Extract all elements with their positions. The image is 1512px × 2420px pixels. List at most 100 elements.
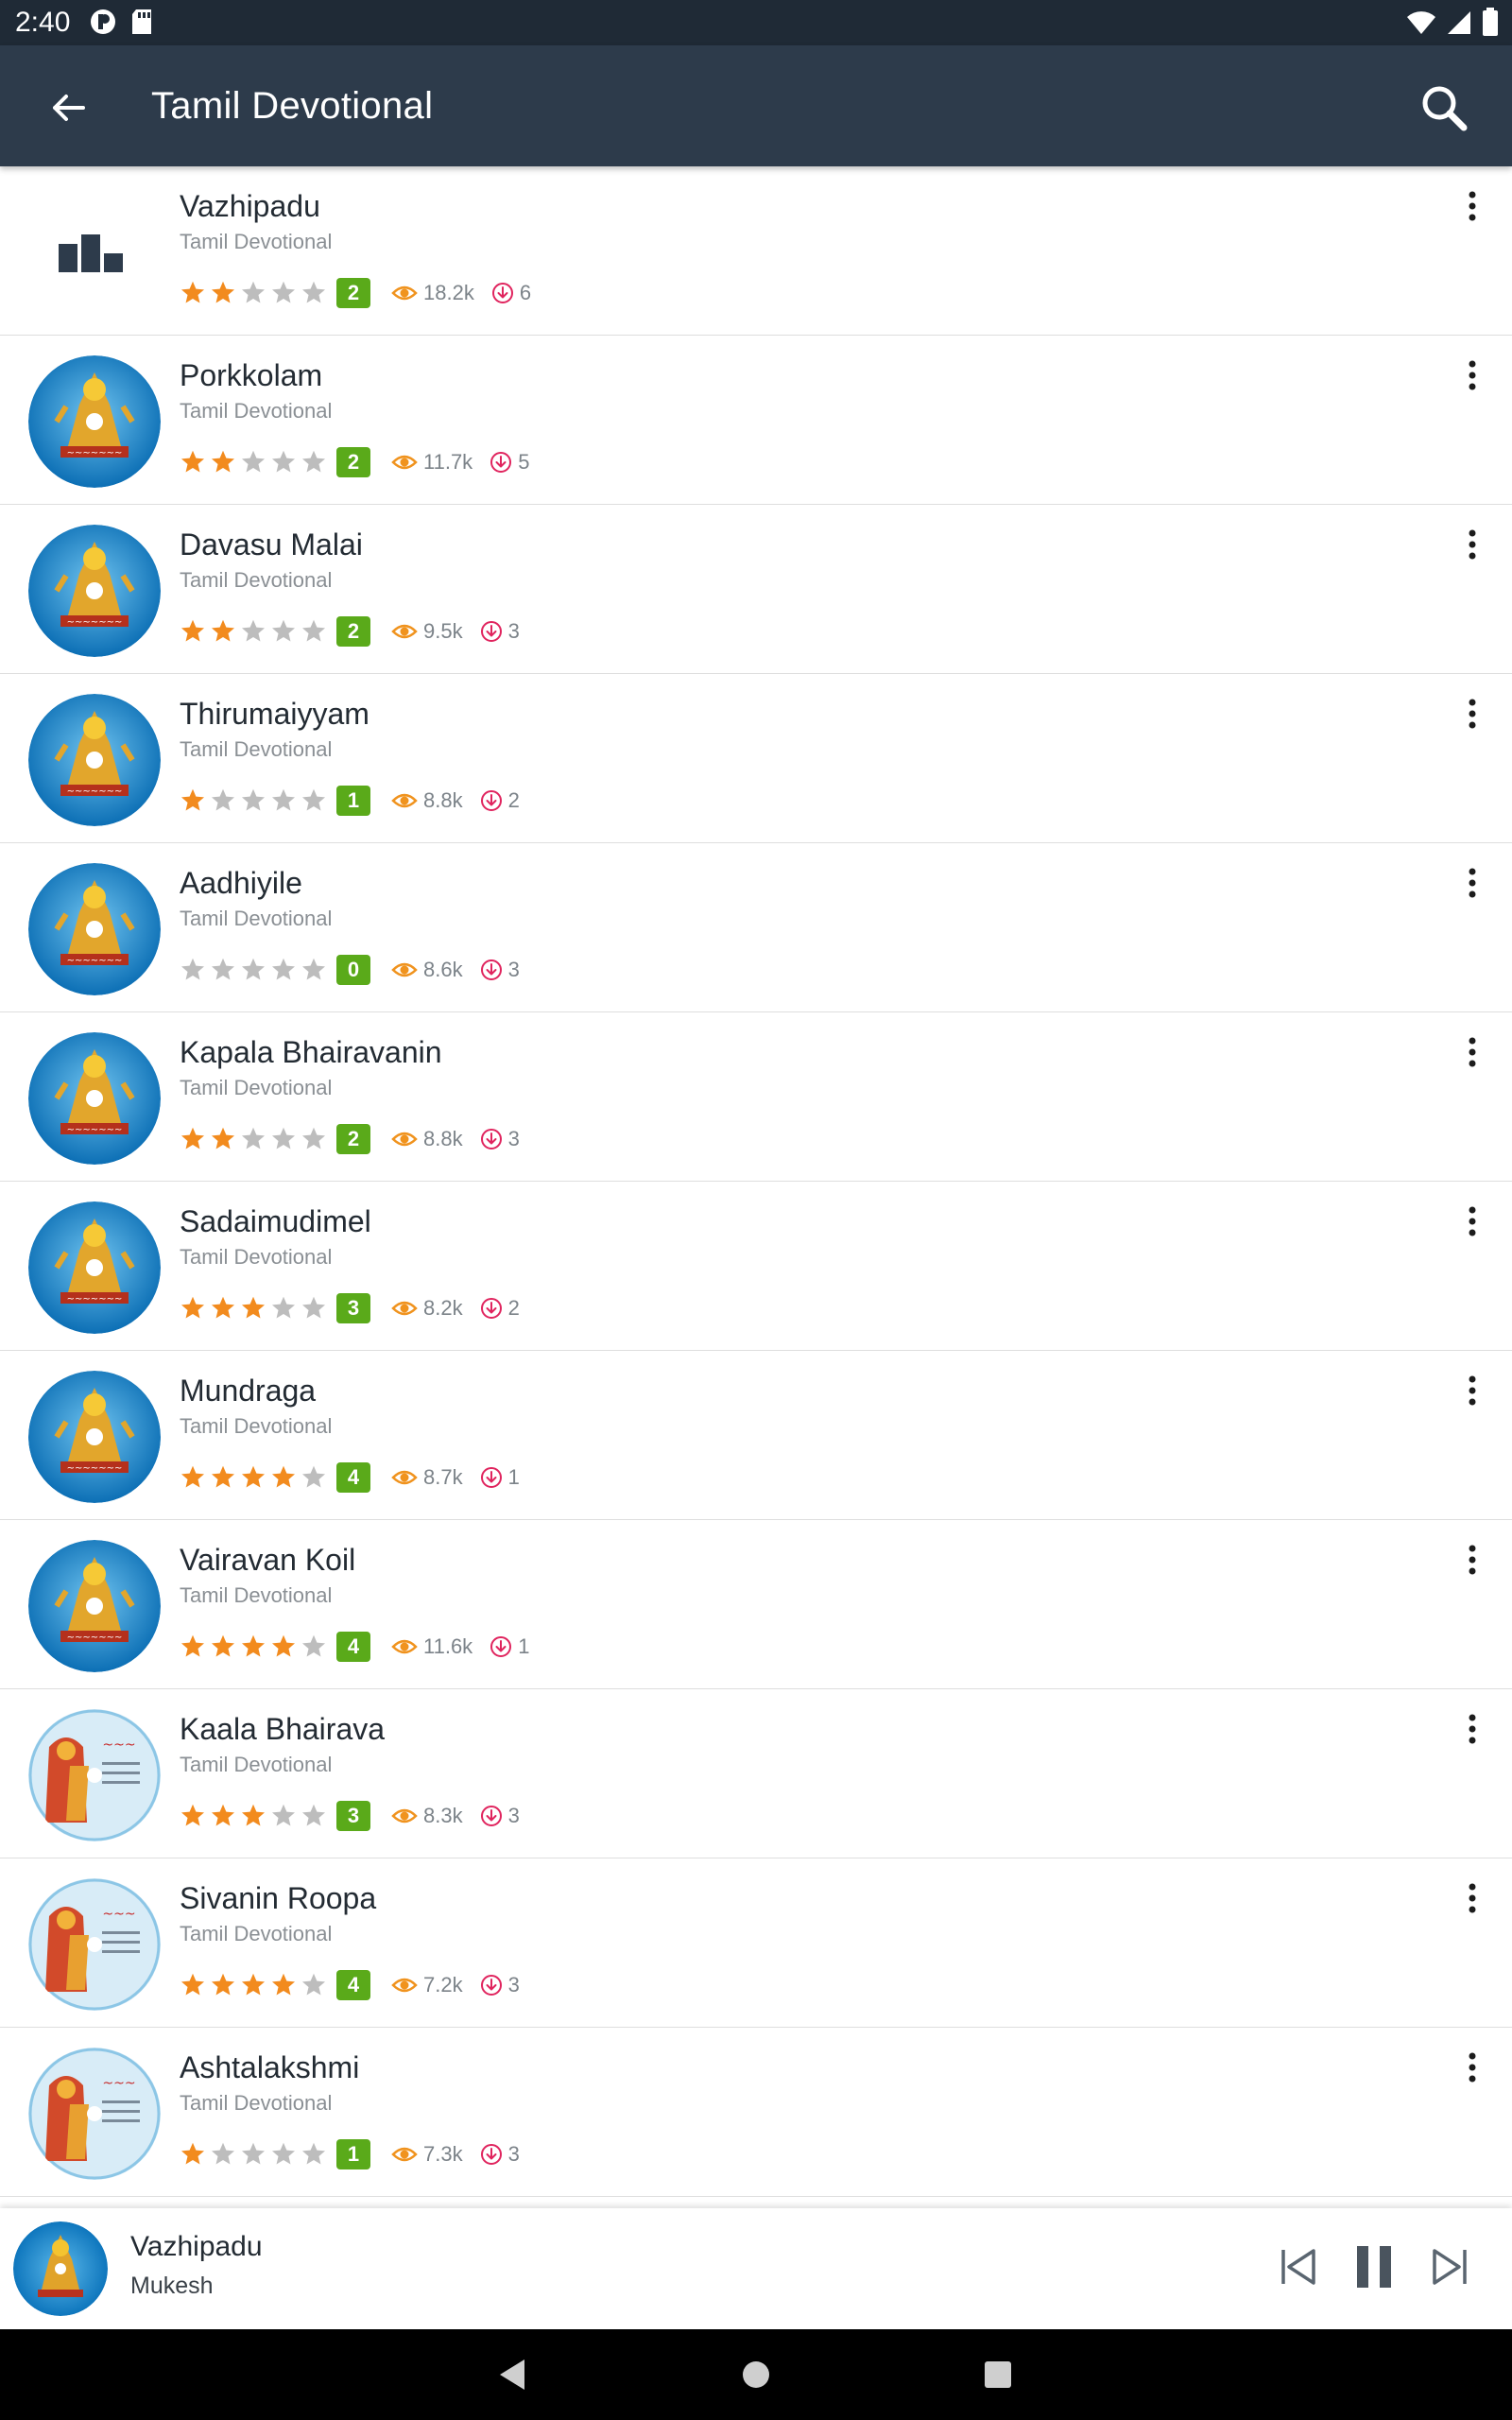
views-value: 9.5k [423,619,463,643]
star-icon [211,1634,235,1657]
album-art: ~~~ [28,2048,161,2180]
more-options-button[interactable] [1452,862,1493,904]
song-title: Sadaimudimel [180,1204,371,1238]
player-song-title: Vazhipadu [130,2231,263,2262]
svg-text:~~~~~~~: ~~~~~~~ [67,956,123,966]
song-title: Ashtalakshmi [180,2050,360,2084]
nav-recents-button[interactable] [971,2348,1024,2401]
song-subtitle: Tamil Devotional [180,1076,333,1099]
rating-stars [180,1972,327,1998]
rating-badge: 2 [336,1124,370,1154]
pause-button[interactable] [1344,2237,1404,2297]
rating-badge: 1 [336,2139,370,2169]
song-row[interactable]: ~~~~~~~ Davasu Malai Tamil Devotional 2 9.5k… [0,505,1512,674]
star-icon [301,1973,326,1996]
status-time: 2:40 [15,7,71,38]
rating-badge: 1 [336,786,370,816]
views-count: 18.2k [391,281,474,305]
more-options-button[interactable] [1452,1201,1493,1242]
downloads-count: 1 [480,1465,520,1490]
more-options-button[interactable] [1452,693,1493,735]
eye-icon [391,1301,418,1316]
rating-badge: 4 [336,1462,370,1493]
more-options-button[interactable] [1452,1708,1493,1750]
rating-stars [180,787,327,814]
download-icon [480,1467,502,1488]
views-value: 8.8k [423,788,463,812]
song-meta: 4 8.7k 1 [180,1461,520,1495]
song-row[interactable]: ~~~~~~~ Kapala Bhairavanin Tamil Devotiona… [0,1012,1512,1182]
views-count: 8.8k [391,788,463,813]
song-row[interactable]: Vazhipadu Tamil Devotional 2 18.2k 6 [0,166,1512,336]
previous-button[interactable] [1268,2237,1329,2297]
song-subtitle: Tamil Devotional [180,1922,333,1945]
song-subtitle: Tamil Devotional [180,737,333,761]
download-icon [480,959,502,980]
back-button[interactable] [34,74,102,142]
rating-stars [180,1803,327,1829]
more-vertical-icon [1469,1545,1476,1575]
song-row[interactable]: ~~~~~~~ Porkkolam Tamil Devotional 2 11.7k 5 [0,336,1512,505]
eye-icon [391,624,418,639]
signal-icon [1446,9,1472,41]
more-options-button[interactable] [1452,185,1493,227]
page-title: Tamil Devotional [151,85,434,127]
song-meta: 1 7.3k 3 [180,2137,520,2171]
svg-text:~~~: ~~~ [102,2076,135,2091]
eye-icon [391,793,418,808]
more-options-button[interactable] [1452,1539,1493,1581]
player-album-art[interactable] [13,2221,108,2316]
mini-player[interactable]: Vazhipadu Mukesh [0,2208,1512,2329]
album-art: ~~~~~~~ [28,1371,161,1503]
download-icon [480,1298,502,1319]
nav-home-button[interactable] [730,2348,782,2401]
star-icon [211,1465,235,1488]
more-options-button[interactable] [1452,2047,1493,2088]
more-options-button[interactable] [1452,1370,1493,1411]
star-icon [271,1296,296,1319]
nav-back-button[interactable] [486,2348,539,2401]
svg-text:~~~: ~~~ [102,1907,135,1922]
rating-badge: 0 [336,955,370,985]
more-vertical-icon [1469,2052,1476,2083]
downloads-count: 5 [490,450,529,475]
sd-card-icon [130,8,155,41]
more-options-button[interactable] [1452,1031,1493,1073]
views-value: 11.7k [423,450,473,474]
star-icon [271,1804,296,1826]
star-icon [180,2142,205,2165]
star-icon [271,619,296,642]
album-art: ~~~~~~~ [28,1540,161,1672]
svg-text:~~~~~~~: ~~~~~~~ [67,1294,123,1305]
song-row[interactable]: ~~~ Kaala Bhairava Tamil Devotional 3 8.3k 3 [0,1689,1512,1858]
star-icon [241,1127,266,1150]
more-vertical-icon [1469,1714,1476,1744]
song-row[interactable]: ~~~ Sivanin Roopa Tamil Devotional 4 7.2k 3 [0,1858,1512,2028]
album-art: ~~~~~~~ [28,694,161,826]
next-button[interactable] [1419,2237,1480,2297]
rating-stars [180,280,327,306]
views-count: 8.2k [391,1296,463,1321]
more-options-button[interactable] [1452,524,1493,565]
song-row[interactable]: ~~~ Ashtalakshmi Tamil Devotional 1 7.3k 3 [0,2028,1512,2197]
star-icon [211,2142,235,2165]
song-row[interactable]: ~~~~~~~ Thirumaiyyam Tamil Devotional 1 8.8k… [0,674,1512,843]
more-options-button[interactable] [1452,1877,1493,1919]
star-icon [301,1465,326,1488]
downloads-value: 3 [507,1127,520,1150]
views-count: 7.3k [391,2142,463,2167]
song-subtitle: Tamil Devotional [180,1245,333,1269]
song-row[interactable]: ~~~~~~~ Aadhiyile Tamil Devotional 0 8.6k 3 [0,843,1512,1012]
song-meta: 4 11.6k 1 [180,1630,529,1664]
eye-icon [391,1639,418,1654]
app-bar: Tamil Devotional [0,45,1512,166]
search-button[interactable] [1410,74,1478,142]
album-art: ~~~~~~~ [28,863,161,995]
song-row[interactable]: ~~~~~~~ Mundraga Tamil Devotional 4 8.7k 1 [0,1351,1512,1520]
star-icon [180,619,205,642]
more-options-button[interactable] [1452,354,1493,396]
rating-badge: 2 [336,278,370,308]
song-row[interactable]: ~~~~~~~ Vairavan Koil Tamil Devotional 4 11.… [0,1520,1512,1689]
star-icon [180,1296,205,1319]
song-row[interactable]: ~~~~~~~ Sadaimudimel Tamil Devotional 3 8.2k… [0,1182,1512,1351]
